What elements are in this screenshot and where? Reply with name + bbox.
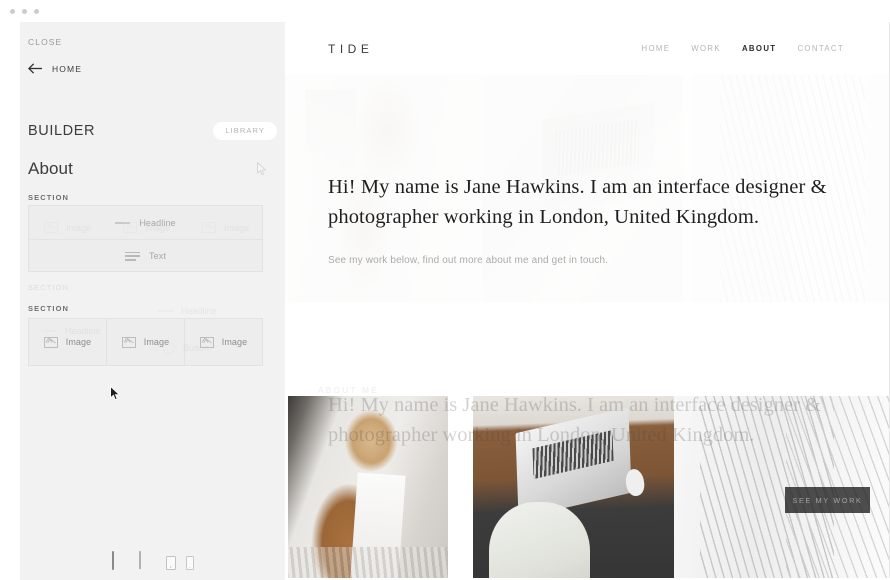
image-icon: [121, 336, 136, 348]
window-close-dot[interactable]: [10, 8, 15, 14]
gallery-row: [285, 396, 889, 580]
ghost-about-me-label: ABOUT ME: [318, 386, 380, 395]
gallery-photo-desk[interactable]: [473, 396, 674, 580]
block-column-label: Image: [143, 337, 170, 347]
image-icon: [199, 336, 214, 348]
nav-item-about[interactable]: ABOUT: [742, 44, 776, 53]
window-maximize-dot[interactable]: [34, 8, 39, 14]
back-to-home-label: HOME: [52, 63, 83, 74]
builder-sidebar: CLOSE HOME BUILDER LIBRARY About SECTION…: [20, 22, 285, 580]
block-column-image-2[interactable]: Image: [107, 318, 185, 366]
builder-header: BUILDER LIBRARY: [28, 118, 277, 144]
preview-section-gap: [285, 302, 889, 374]
window-titlebar: [0, 0, 890, 22]
image-icon: [43, 336, 58, 348]
close-button[interactable]: CLOSE: [28, 37, 62, 47]
block-row-label: Text: [149, 251, 166, 261]
section-label-1: SECTION: [28, 193, 70, 202]
arrow-left-icon: [28, 63, 43, 74]
hero-subtitle: See my work below, find out more about m…: [328, 254, 609, 266]
back-to-home-button[interactable]: HOME: [28, 63, 82, 74]
gallery-spacer-mid: [448, 396, 473, 580]
device-tablet-icon[interactable]: [165, 556, 176, 570]
nav-item-home[interactable]: HOME: [642, 44, 671, 53]
block-row-text[interactable]: Text: [29, 239, 262, 272]
section-block-1[interactable]: Headline Text: [28, 205, 263, 272]
device-phone-icon[interactable]: [185, 556, 194, 570]
headline-icon: [115, 221, 131, 224]
ghost-item-label: Headline: [181, 306, 217, 316]
block-column-image-3[interactable]: Image: [185, 318, 263, 366]
section-label-ghost: SECTION: [28, 283, 70, 292]
device-laptop-icon[interactable]: [138, 551, 156, 570]
window-minimize-dot[interactable]: [22, 8, 27, 14]
block-column-label: Image: [221, 337, 248, 347]
block-column-label: Image: [65, 337, 92, 347]
builder-app-window: CLOSE HOME BUILDER LIBRARY About SECTION…: [0, 0, 890, 580]
headline-icon: [158, 310, 173, 312]
nav-item-contact[interactable]: CONTACT: [797, 44, 844, 53]
site-preview-canvas[interactable]: TIDE HOME WORK ABOUT CONTACT Hi! My name…: [285, 22, 890, 580]
library-button[interactable]: LIBRARY: [213, 122, 277, 140]
device-desktop-icon[interactable]: [111, 551, 129, 570]
builder-title: BUILDER: [28, 123, 96, 139]
ghost-headline-item: Headline: [158, 306, 217, 316]
block-row-headline[interactable]: Headline: [29, 206, 262, 239]
hero-copy-block[interactable]: Hi! My name is Jane Hawkins. I am an int…: [328, 172, 848, 266]
block-column-image-1[interactable]: Image: [28, 318, 107, 366]
gallery-photo-woman[interactable]: [288, 396, 448, 580]
site-logo[interactable]: TIDE: [328, 42, 373, 56]
secondary-cursor-icon: [257, 161, 267, 176]
preview-site-header: TIDE HOME WORK ABOUT CONTACT: [285, 22, 889, 75]
device-preview-switcher: [20, 544, 285, 570]
hero-heading: Hi! My name is Jane Hawkins. I am an int…: [328, 176, 827, 229]
page-title: About: [28, 159, 73, 178]
gallery-photo-chairs[interactable]: [674, 396, 889, 580]
text-lines-icon: [125, 251, 141, 261]
site-nav: HOME WORK ABOUT CONTACT: [642, 44, 845, 53]
block-row-label: Headline: [139, 217, 176, 228]
nav-item-work[interactable]: WORK: [691, 44, 721, 53]
section-label-2: SECTION: [28, 304, 70, 313]
section-block-2[interactable]: Image Image Image: [28, 318, 263, 366]
